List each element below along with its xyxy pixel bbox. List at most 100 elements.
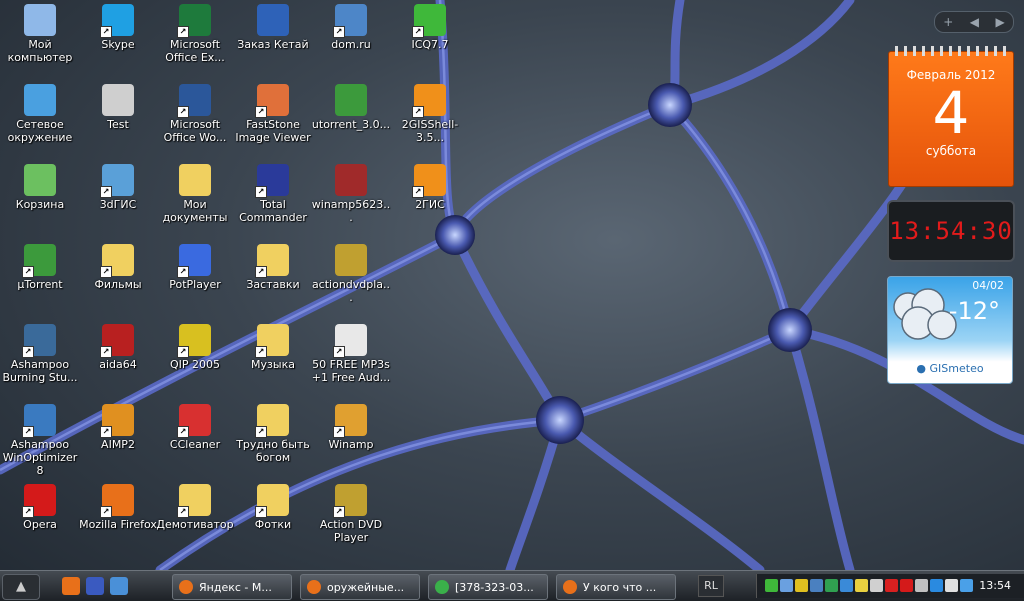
desktop-icon-icq[interactable]: ↗ ICQ7.7 (390, 0, 470, 76)
sound-tray-icon[interactable] (945, 579, 958, 592)
desktop-icon-utorrent[interactable]: ↗ µTorrent (0, 240, 80, 316)
shield-tray-icon[interactable] (795, 579, 808, 592)
desktop-icon-trudno[interactable]: ↗ Трудно быть богом (233, 400, 313, 476)
desktop-icon-actiondvd[interactable]: ↗ Action DVD Player (311, 480, 391, 556)
shortcut-arrow-icon: ↗ (177, 426, 189, 438)
floppy-icon: ↗ (255, 164, 289, 198)
desktop-icon-fotki[interactable]: ↗ Фотки (233, 480, 313, 556)
shortcut-arrow-icon: ↗ (255, 346, 267, 358)
desktop-icon-winamp[interactable]: ↗ Winamp (311, 400, 391, 476)
desktop-icon-my-computer[interactable]: Мой компьютер (0, 0, 80, 76)
weather-brand-label: GISmeteo (929, 362, 984, 375)
gadget-toolbar: + ◀ ▶ (934, 11, 1014, 33)
shortcut-arrow-icon: ↗ (333, 26, 345, 38)
shortcut-arrow-icon: ↗ (100, 266, 112, 278)
gadget-next-button[interactable]: ▶ (996, 15, 1005, 29)
taskbar-button-label: оружейные... (327, 580, 405, 594)
desktop-icon-test[interactable]: Test (78, 80, 158, 156)
desktop-icon-aida64[interactable]: ↗ aida64 (78, 320, 158, 396)
3dgis-icon: ↗ (100, 164, 134, 198)
aida64-icon: ↗ (100, 324, 134, 358)
display-tray-icon[interactable] (960, 579, 973, 592)
desktop-icon-label: 2ГИС (415, 198, 445, 211)
icq-flower-icon: ↗ (412, 4, 446, 38)
desktop-icon-3dgis[interactable]: ↗ 3dГИС (78, 160, 158, 236)
desktop-icon-50free[interactable]: ↗ 50 FREE MP3s +1 Free Aud... (311, 320, 391, 396)
red-arrow-tray-icon[interactable] (885, 579, 898, 592)
tray-clock[interactable]: 13:54 (979, 579, 1011, 592)
desktop-icon-qip[interactable]: ↗ QIP 2005 (155, 320, 235, 396)
save-icon[interactable] (86, 577, 104, 595)
desktop-icon-ashampoo-burning[interactable]: ↗ Ashampoo Burning Stu... (0, 320, 80, 396)
desktop-icon-faststone[interactable]: ↗ FastStone Image Viewer (233, 80, 313, 156)
desktop-icon-totalcmd[interactable]: ↗ Total Commander (233, 160, 313, 236)
start-button[interactable]: ▲ (2, 574, 40, 600)
desktop-icon-winamp5623[interactable]: winamp5623... (311, 160, 391, 236)
desktop-icon-label: Microsoft Office Ex... (165, 38, 225, 64)
desktop-icon-word[interactable]: ↗ Microsoft Office Wo... (155, 80, 235, 156)
computer-icon (24, 4, 56, 36)
folder-icon: ↗ (255, 484, 289, 518)
network-tray-icon[interactable] (780, 579, 793, 592)
desktop-icon-ashampoo-win[interactable]: ↗ Ashampoo WinOptimizer 8 (0, 400, 80, 477)
desktop-icon-opera[interactable]: ↗ Opera (0, 480, 80, 556)
ie-icon[interactable] (110, 577, 128, 595)
desktop-icon-label: dom.ru (331, 38, 371, 51)
desktop-icon-demotivator[interactable]: ↗ Демотиватор (155, 480, 235, 556)
desktop-icon-muzyka[interactable]: ↗ Музыка (233, 320, 313, 396)
desktop-icon-network[interactable]: Сетевое окружение (0, 80, 80, 156)
firefox-icon[interactable] (62, 577, 80, 595)
gadget-prev-button[interactable]: ◀ (970, 15, 979, 29)
2gis-icon: ↗ (412, 84, 446, 118)
calendar-weekday: суббота (925, 144, 977, 158)
desktop-icon-2gis[interactable]: ↗ 2ГИС (390, 160, 470, 236)
sync-tray-icon[interactable] (840, 579, 853, 592)
desktop-icon-recycle[interactable]: Корзина (0, 160, 80, 236)
shortcut-arrow-icon: ↗ (22, 266, 34, 278)
weather-gadget[interactable]: 04/02 -12° ● GISmeteo (887, 276, 1013, 384)
clock-gadget[interactable]: 13:54:30 (887, 200, 1015, 262)
desktop-icon-ccleaner[interactable]: ↗ CCleaner (155, 400, 235, 476)
desktop-icon-filmy[interactable]: ↗ Фильмы (78, 240, 158, 316)
monitor-tray-icon[interactable] (810, 579, 823, 592)
desktop-icon-excel[interactable]: ↗ Microsoft Office Ex... (155, 0, 235, 76)
antivirus-tray-icon[interactable] (825, 579, 838, 592)
qip-icon: ↗ (177, 324, 211, 358)
desktop-icon-domru[interactable]: ↗ dom.ru (311, 0, 391, 76)
taskbar-button[interactable]: [378-323-03... (428, 574, 548, 600)
taskbar-button[interactable]: Яндекс - М... (172, 574, 292, 600)
desktop-icon-potplayer[interactable]: ↗ PotPlayer (155, 240, 235, 316)
desktop-icon-2gisshell[interactable]: ↗ 2GISShell-3.5... (390, 80, 470, 156)
shortcut-arrow-icon: ↗ (412, 186, 424, 198)
warning-tray-icon[interactable] (855, 579, 868, 592)
shortcut-arrow-icon: ↗ (255, 106, 267, 118)
icq-tray-icon[interactable] (765, 579, 778, 592)
settings-tray-icon[interactable] (915, 579, 928, 592)
desktop-icon-firefox[interactable]: ↗ Mozilla Firefox (78, 480, 158, 556)
calendar-gadget[interactable]: Февраль 2012 4 суббота (888, 46, 1014, 187)
winrar-icon (335, 164, 367, 196)
excel-icon: ↗ (177, 4, 211, 38)
network-globe-icon: ↗ (333, 4, 367, 38)
shortcut-arrow-icon: ↗ (412, 26, 424, 38)
power-tray-icon[interactable] (930, 579, 943, 592)
desktop-icon-utorrent30[interactable]: utorrent_3.0... (311, 80, 391, 156)
shortcut-arrow-icon: ↗ (177, 346, 189, 358)
desktop-icon-actiondvdpla[interactable]: actiondvdpla... (311, 240, 391, 316)
opera-tray-icon[interactable] (900, 579, 913, 592)
taskbar-button[interactable]: оружейные... (300, 574, 420, 600)
shortcut-arrow-icon: ↗ (255, 426, 267, 438)
desktop-icon-skype[interactable]: ↗ Skype (78, 0, 158, 76)
dvd-icon (335, 244, 367, 276)
desktop-icon-zastavki[interactable]: ↗ Заставки (233, 240, 313, 316)
language-indicator[interactable]: RL (698, 575, 724, 597)
taskbar-button[interactable]: У кого что ... (556, 574, 676, 600)
desktop-icon-zakaz[interactable]: Заказ Кетай (233, 0, 313, 76)
volume-tray-icon[interactable] (870, 579, 883, 592)
desktop-icon-aimp2[interactable]: ↗ AIMP2 (78, 400, 158, 476)
word-icon: ↗ (177, 84, 211, 118)
taskbar-button-label: Яндекс - М... (199, 580, 272, 594)
add-gadget-button[interactable]: + (943, 15, 953, 29)
desktop-icon-label: Action DVD Player (319, 518, 383, 544)
desktop-icon-mydocs[interactable]: Мои документы (155, 160, 235, 236)
